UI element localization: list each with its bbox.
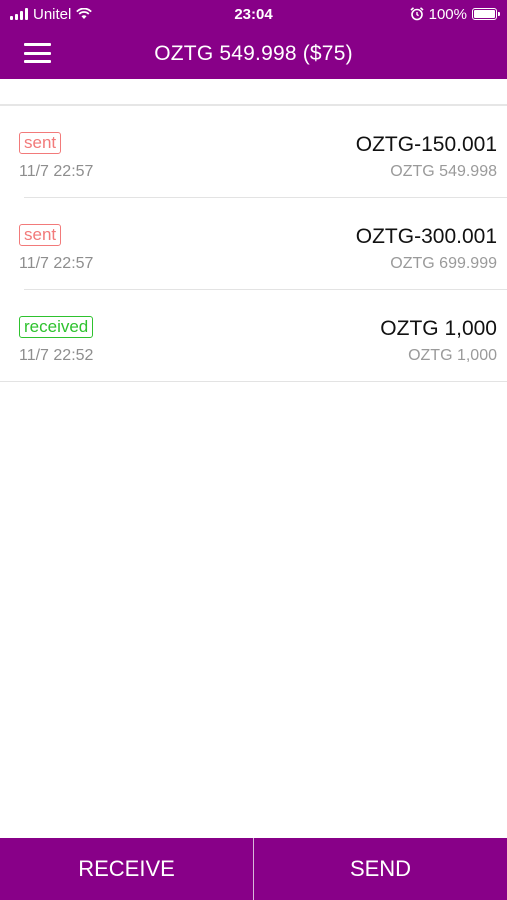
- row-divider: [0, 381, 507, 382]
- alarm-icon: [410, 7, 424, 21]
- battery-icon: [472, 8, 500, 20]
- status-bar: Unitel 23:04 100%: [0, 0, 507, 28]
- battery-percent: 100%: [428, 5, 467, 23]
- transaction-amount: OZTG 1,000: [380, 317, 497, 340]
- transaction-amount: OZTG-150.001: [355, 133, 497, 156]
- receive-button[interactable]: RECEIVE: [0, 838, 253, 900]
- status-left: Unitel: [10, 5, 93, 23]
- carrier-name: Unitel: [33, 5, 72, 23]
- transaction-balance: OZTG 549.998: [390, 163, 497, 180]
- balance-title: OZTG 549.998 ($75): [154, 41, 353, 65]
- status-badge: received: [19, 316, 94, 338]
- transaction-balance: OZTG 699.999: [390, 255, 497, 272]
- transaction-balance: OZTG 1,000: [408, 347, 497, 364]
- wifi-icon: [76, 8, 93, 19]
- send-button[interactable]: SEND: [254, 838, 507, 900]
- signal-icon: [10, 8, 28, 20]
- transaction-row[interactable]: sent 11/7 22:57 OZTG-150.001 OZTG 549.99…: [0, 106, 507, 198]
- transaction-time: 11/7 22:57: [19, 163, 94, 180]
- transaction-time: 11/7 22:52: [19, 347, 94, 364]
- transaction-row[interactable]: sent 11/7 22:57 OZTG-300.001 OZTG 699.99…: [0, 198, 507, 290]
- transaction-row[interactable]: received 11/7 22:52 OZTG 1,000 OZTG 1,00…: [0, 290, 507, 382]
- bottom-action-bar: RECEIVE SEND: [0, 838, 507, 900]
- status-badge: sent: [19, 224, 62, 246]
- transaction-time: 11/7 22:57: [19, 255, 94, 272]
- status-badge: sent: [19, 132, 62, 154]
- app-header: OZTG 549.998 ($75): [0, 28, 507, 79]
- status-right: 100%: [410, 5, 500, 23]
- transaction-list: sent 11/7 22:57 OZTG-150.001 OZTG 549.99…: [0, 106, 507, 382]
- menu-icon[interactable]: [24, 41, 51, 65]
- transaction-amount: OZTG-300.001: [355, 225, 497, 248]
